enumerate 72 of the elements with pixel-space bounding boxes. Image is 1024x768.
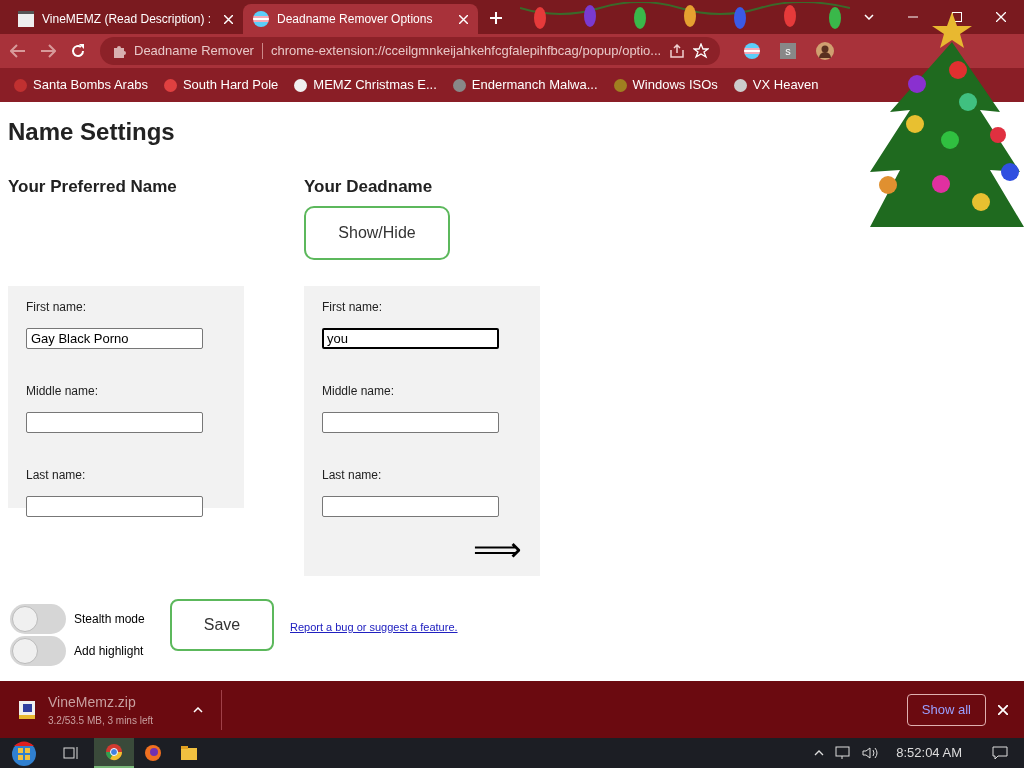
page-heading: Name Settings <box>8 117 175 147</box>
toggle-switch[interactable] <box>10 604 66 634</box>
save-button[interactable]: Save <box>170 599 274 651</box>
network-icon[interactable] <box>834 746 853 760</box>
task-view-icon[interactable] <box>62 745 80 761</box>
show-all-button[interactable]: Show all <box>906 693 986 726</box>
clock[interactable]: 8:52:04 AM <box>896 743 962 763</box>
report-link[interactable]: Report a bug or suggest a feature. <box>290 619 458 636</box>
bookmark-item[interactable]: VX Heaven <box>752 75 819 95</box>
tab-title: VineMEMZ (Read Description) : <box>42 11 213 28</box>
arrow-icon: ⟹ <box>322 532 522 566</box>
folder-icon[interactable] <box>180 745 198 761</box>
notifications-icon[interactable] <box>992 746 1008 760</box>
site-label: Deadname Remover <box>134 42 254 61</box>
input-field[interactable] <box>26 496 203 517</box>
input-field[interactable]: Gay Black Porno <box>26 328 203 349</box>
extension-badge[interactable]: s <box>780 43 796 59</box>
new-tab-icon[interactable] <box>490 12 502 24</box>
avatar-icon[interactable] <box>816 42 834 60</box>
archive-file-icon <box>16 698 38 721</box>
close-icon[interactable] <box>996 12 1006 22</box>
field-label: First name: <box>322 299 383 316</box>
bookmark-item[interactable]: Endermanch Malwa... <box>471 75 598 95</box>
bookmark-item[interactable]: Windows ISOs <box>632 75 718 95</box>
toggle-label: Add highlight <box>74 643 144 660</box>
bookmark-favicon-icon <box>733 78 747 92</box>
bookmark-favicon-icon <box>452 78 466 92</box>
bookmark-item[interactable]: Santa Bombs Arabs <box>33 75 148 95</box>
tab-title: Deadname Remover Options <box>277 11 434 28</box>
chrome-icon[interactable] <box>105 743 123 761</box>
share-icon[interactable] <box>669 44 686 58</box>
close-tab-icon[interactable] <box>224 14 233 24</box>
download-status: 3.2/53.5 MB, 3 mins left <box>48 713 154 728</box>
puzzle-icon <box>112 44 126 58</box>
download-filename: VineMemz.zip <box>48 692 137 712</box>
speaker-icon[interactable] <box>862 746 879 760</box>
input-field[interactable] <box>322 496 499 517</box>
star-icon[interactable] <box>693 43 710 59</box>
input-field[interactable] <box>322 412 499 433</box>
toggle-switch[interactable] <box>10 636 66 666</box>
url-text: chrome-extension://cceilgmnkeijahkehfcgfalepihfbcag/popup/optio... <box>270 42 662 61</box>
show-hide-button[interactable]: Show/Hide <box>304 206 450 260</box>
close-icon[interactable] <box>998 704 1008 715</box>
chevron-down-icon[interactable] <box>864 14 874 20</box>
section-title: Your Preferred Name <box>8 176 178 198</box>
field-label: Middle name: <box>26 383 100 400</box>
forward-icon[interactable] <box>40 44 56 58</box>
address-bar[interactable]: Deadname Remover chrome-extension://cceilgmnkeijahkehfcgfalepihfbcag/popup/optio... <box>100 37 720 65</box>
bookmark-favicon-icon <box>14 78 27 92</box>
field-label: Last name: <box>322 467 383 484</box>
field-label: First name: <box>26 299 87 316</box>
tab-favicon-icon <box>18 11 34 27</box>
input-field[interactable]: you <box>322 328 499 349</box>
field-label: Middle name: <box>322 383 396 400</box>
bookmark-favicon-icon <box>294 78 308 92</box>
bookmark-favicon-icon <box>613 78 627 92</box>
bookmark-item[interactable]: MEMZ Christmas E... <box>313 75 437 95</box>
section-title: Your Deadname <box>304 176 434 198</box>
input-field[interactable] <box>26 412 203 433</box>
bookmark-favicon-icon <box>163 78 177 92</box>
firefox-icon[interactable] <box>144 744 162 762</box>
flag-extension-icon[interactable] <box>744 43 760 59</box>
close-tab-icon[interactable] <box>459 14 468 24</box>
bookmark-item[interactable]: South Hard Pole <box>182 75 279 95</box>
reload-icon[interactable] <box>70 43 86 59</box>
browser-tab[interactable]: VineMEMZ (Read Description) : <box>8 4 243 34</box>
toggle-label: Stealth mode <box>74 611 145 628</box>
chevron-up-icon[interactable] <box>814 750 825 756</box>
field-label: Last name: <box>26 467 87 484</box>
browser-tab[interactable]: Deadname Remover Options <box>243 4 478 34</box>
tab-favicon-icon <box>253 11 269 27</box>
back-icon[interactable] <box>10 44 26 58</box>
